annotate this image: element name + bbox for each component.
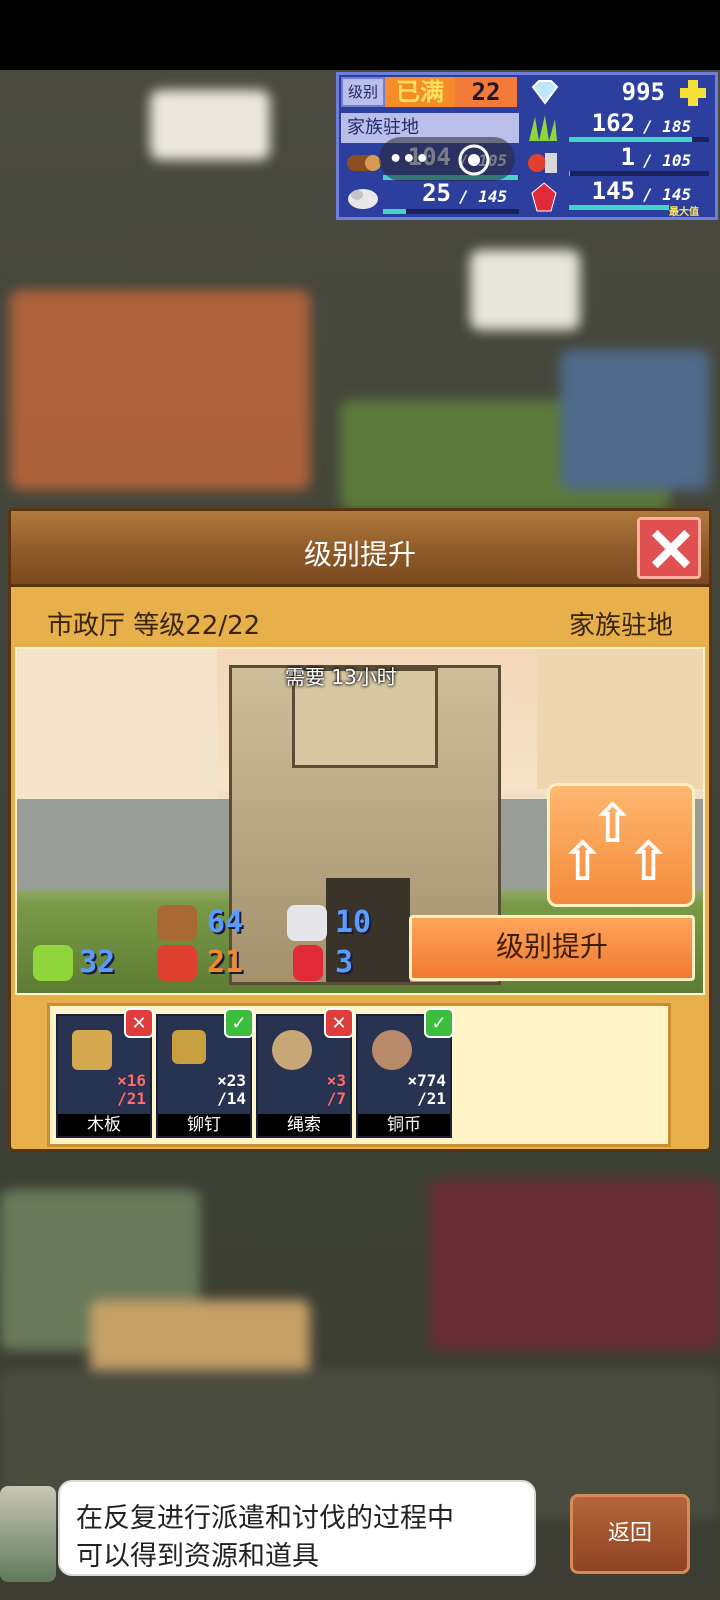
background-house xyxy=(17,649,217,799)
grass-icon xyxy=(33,945,73,981)
ore-icon xyxy=(345,181,381,211)
item-need: /21 xyxy=(417,1089,446,1108)
level-up-dialog: 级别提升 市政厅 等级22/22 家族驻地 需要 13小时 ⇧ ⇧ ⇧ 级别提升… xyxy=(8,508,712,1152)
ruby-current: 145 xyxy=(591,177,635,205)
dialog-title: 级别提升 xyxy=(303,538,416,571)
rivet-icon xyxy=(172,1030,206,1064)
item-name: 木板 xyxy=(58,1114,150,1136)
building-preview: 需要 13小时 ⇧ ⇧ ⇧ 级别提升 64 10 32 21 3 xyxy=(15,647,705,995)
tip-line-1: 在反复进行派遣和讨伐的过程中 xyxy=(76,1503,454,1534)
gem-count: 995 xyxy=(621,78,665,106)
item-name: 铜币 xyxy=(358,1114,450,1136)
food-icon xyxy=(157,945,197,981)
insufficient-badge-icon: ✕ xyxy=(324,1008,354,1038)
cost-grass: 32 xyxy=(79,945,116,980)
ore-max: / 145 xyxy=(459,187,508,206)
item-have: ×774 xyxy=(407,1071,446,1090)
cost-wood: 64 xyxy=(207,905,244,940)
grass-current: 162 xyxy=(591,109,635,137)
advisor-avatar xyxy=(0,1486,56,1582)
required-items: ✕ ×16/21 木板 ✓ ×23/14 铆钉 ✕ ×3/7 绳索 ✓ ×774… xyxy=(47,1003,671,1147)
wood-icon xyxy=(157,905,197,941)
building-level: 市政厅 等级22/22 xyxy=(47,611,261,641)
grass-bar xyxy=(569,137,709,142)
level-value: 22 xyxy=(455,77,517,107)
cost-food: 21 xyxy=(207,945,244,980)
ruby-icon xyxy=(293,945,323,981)
cost-ruby: 3 xyxy=(335,945,354,980)
tip-line-2: 可以得到资源和道具 xyxy=(76,1541,319,1572)
status-bar xyxy=(0,0,720,70)
food-icon xyxy=(525,147,561,177)
ruby-bar xyxy=(569,205,669,210)
copper-coin-icon xyxy=(372,1030,412,1070)
more-dots-icon: ••• xyxy=(389,147,429,172)
cost-ore: 10 xyxy=(335,905,372,940)
level-up-arrows-icon: ⇧ ⇧ ⇧ xyxy=(547,783,695,907)
item-need: /14 xyxy=(217,1089,246,1108)
building-location: 家族驻地 xyxy=(568,611,673,641)
background-house xyxy=(537,649,703,789)
tip-bubble: 在反复进行派遣和讨伐的过程中 可以得到资源和道具 xyxy=(58,1480,536,1576)
rope-icon xyxy=(272,1030,312,1070)
item-name: 绳索 xyxy=(258,1114,350,1136)
item-card[interactable]: ✕ ×16/21 木板 xyxy=(56,1008,154,1138)
ruby-max-label: 最大值 xyxy=(669,207,699,218)
grass-icon xyxy=(525,113,561,143)
building-info: 市政厅 等级22/22 家族驻地 xyxy=(11,587,709,647)
ore-bar xyxy=(383,209,519,214)
ore-current: 25 xyxy=(422,179,451,207)
level-status: 已满 xyxy=(385,77,455,107)
ore-icon xyxy=(287,905,327,941)
item-card[interactable]: ✓ ×23/14 铆钉 xyxy=(156,1008,254,1138)
food-max: / 105 xyxy=(643,151,692,170)
item-name: 铆钉 xyxy=(158,1114,250,1136)
close-button[interactable] xyxy=(637,517,701,579)
ruby-icon xyxy=(529,181,559,213)
food-bar xyxy=(569,171,709,176)
item-have: ×3 xyxy=(326,1071,346,1090)
level-up-button[interactable]: 级别提升 xyxy=(409,915,695,981)
item-card[interactable]: ✕ ×3/7 绳索 xyxy=(256,1008,354,1138)
item-need: /21 xyxy=(117,1089,146,1108)
food-current: 1 xyxy=(620,143,635,171)
resource-hud: 级别 已满 22 995 家族驻地 104 / 105 25 / 145 162… xyxy=(336,72,718,220)
sufficient-badge-icon: ✓ xyxy=(424,1008,454,1038)
grass-max: / 185 xyxy=(643,117,692,136)
level-label: 级别 xyxy=(341,77,385,107)
target-icon xyxy=(458,144,490,176)
plank-icon xyxy=(72,1030,112,1070)
sufficient-badge-icon: ✓ xyxy=(224,1008,254,1038)
item-have: ×23 xyxy=(217,1071,246,1090)
gem-icon xyxy=(529,79,561,107)
dialog-header: 级别提升 xyxy=(11,511,709,587)
item-need: /7 xyxy=(326,1089,346,1108)
back-button[interactable]: 返回 xyxy=(570,1494,690,1574)
ruby-max: / 145 xyxy=(643,185,692,204)
item-card[interactable]: ✓ ×774/21 铜币 xyxy=(356,1008,454,1138)
insufficient-badge-icon: ✕ xyxy=(124,1008,154,1038)
item-have: ×16 xyxy=(117,1071,146,1090)
plus-icon[interactable] xyxy=(675,77,713,109)
floating-control[interactable]: ••• xyxy=(379,137,515,181)
wood-icon xyxy=(345,147,381,177)
required-time: 需要 13小时 xyxy=(285,665,397,689)
